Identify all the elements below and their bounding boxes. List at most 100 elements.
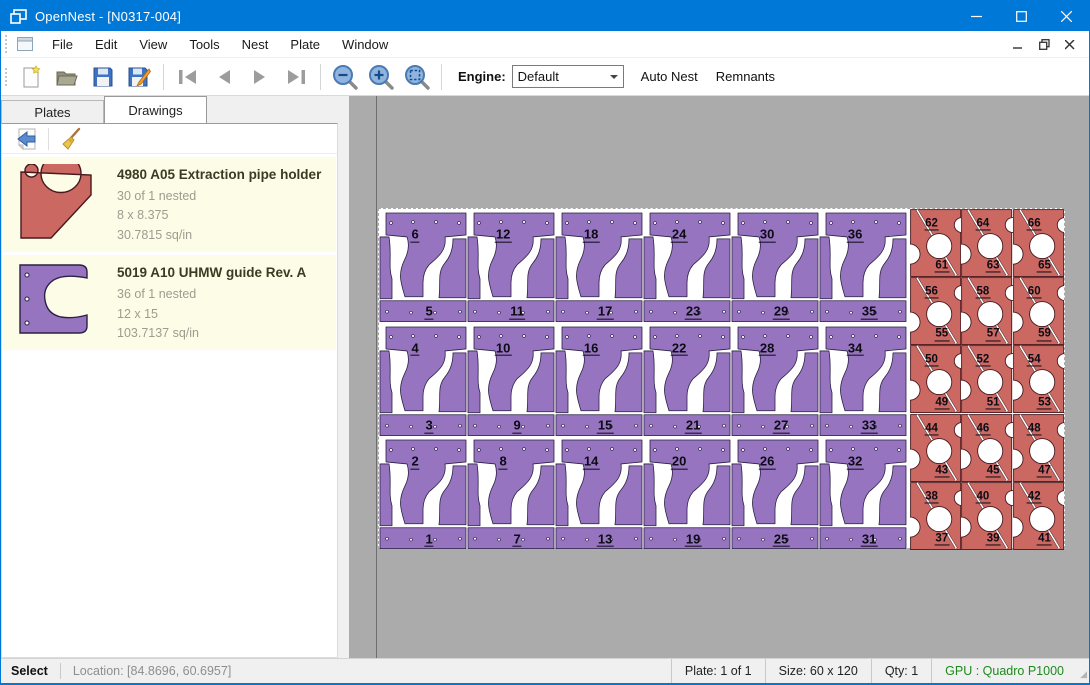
window-title: OpenNest - [N0317-004] [35, 9, 181, 24]
menu-item-file[interactable]: File [41, 33, 84, 56]
nested-part-pair[interactable]: 6261 [910, 209, 961, 277]
panel-splitter[interactable] [338, 96, 349, 658]
part-number: 42 [1027, 490, 1042, 503]
nested-part-pair[interactable]: 6463 [961, 209, 1012, 277]
nested-part-pair[interactable]: 6059 [1013, 277, 1064, 345]
nested-part-pair[interactable]: 3231 [819, 436, 907, 550]
nested-part-pair[interactable]: 5857 [961, 277, 1012, 345]
mdi-restore-button[interactable] [1031, 34, 1057, 56]
chevron-down-icon[interactable] [606, 66, 623, 87]
part-number: 10 [495, 341, 511, 356]
nested-part-pair[interactable]: 87 [467, 436, 555, 550]
nested-part-pair[interactable]: 4847 [1013, 414, 1064, 482]
part-number: 33 [861, 419, 877, 434]
menu-item-view[interactable]: View [128, 33, 178, 56]
engine-select[interactable]: Default [512, 65, 624, 88]
nested-part-pair[interactable]: 5655 [910, 277, 961, 345]
mdi-minimize-button[interactable] [1005, 34, 1031, 56]
menu-item-tools[interactable]: Tools [178, 33, 230, 56]
drawing-list-item[interactable]: 4980 A05 Extraction pipe holder 30 of 1 … [3, 157, 336, 252]
nested-part-pair[interactable]: 3635 [819, 209, 907, 323]
part-number: 28 [759, 341, 775, 356]
tab-plates[interactable]: Plates [1, 100, 104, 123]
nested-part-pair[interactable]: 5251 [961, 345, 1012, 413]
close-button[interactable] [1044, 1, 1089, 31]
part-number: 39 [986, 533, 1001, 546]
open-button[interactable] [49, 61, 85, 93]
nested-part-pair[interactable]: 43 [379, 323, 467, 437]
nested-part-pair[interactable]: 3433 [819, 323, 907, 437]
nest-canvas[interactable]: 6512111817242330293635431091615222128273… [349, 96, 1089, 658]
tab-drawings[interactable]: Drawings [104, 96, 207, 123]
nested-part-pair[interactable]: 28 27 [731, 323, 819, 437]
nested-part-pair[interactable]: 5049 [910, 345, 961, 413]
return-part-button[interactable] [12, 126, 42, 152]
part-number: 15 [597, 419, 613, 434]
toolbar-grip[interactable] [5, 68, 10, 86]
previous-plate-button[interactable] [206, 61, 242, 93]
nested-part-pair[interactable]: 14 13 [555, 436, 643, 550]
document-icon[interactable] [17, 37, 33, 51]
part-number: 27 [773, 419, 789, 434]
part-number: 8 [498, 455, 507, 470]
nested-part-pair[interactable]: 2423 [643, 209, 731, 323]
part-number: 32 [847, 455, 863, 470]
part-number: 13 [597, 532, 613, 547]
zoom-out-button[interactable] [327, 61, 363, 93]
maximize-button[interactable] [999, 1, 1044, 31]
menu-item-nest[interactable]: Nest [231, 33, 280, 56]
next-plate-button[interactable] [242, 61, 278, 93]
nested-part-pair[interactable]: 21 [379, 436, 467, 550]
part-number: 14 [583, 455, 599, 470]
zoom-out-icon [332, 64, 358, 90]
nested-part-pair[interactable]: 6665 [1013, 209, 1064, 277]
plate-surface[interactable]: 6512111817242330293635431091615222128273… [378, 208, 1065, 549]
nested-part-pair[interactable]: 4241 [1013, 482, 1064, 550]
part-number: 16 [583, 341, 599, 356]
save-button[interactable] [85, 61, 121, 93]
nested-part-pair[interactable]: 4039 [961, 482, 1012, 550]
zoom-fit-button[interactable] [399, 61, 435, 93]
part-number: 53 [1037, 396, 1052, 409]
nested-part-pair[interactable]: 3837 [910, 482, 961, 550]
minimize-button[interactable] [954, 1, 999, 31]
tab-strip: Plates Drawings [1, 96, 338, 123]
resize-grip[interactable]: ◢ [1077, 659, 1089, 683]
go-previous-icon [211, 65, 237, 89]
nested-part-pair[interactable]: 3029 [731, 209, 819, 323]
nested-part-pair[interactable]: 4443 [910, 414, 961, 482]
first-plate-button[interactable] [170, 61, 206, 93]
plate-count: Plate: 1 of 1 [671, 659, 765, 683]
menubar-grip[interactable] [5, 35, 10, 53]
part-number: 29 [773, 305, 789, 320]
nested-part-pair[interactable]: 2625 [731, 436, 819, 550]
drawing-title: 4980 A05 Extraction pipe holder [117, 167, 330, 182]
auto-nest-button[interactable]: Auto Nest [632, 63, 707, 90]
nested-part-pair[interactable]: 2221 [643, 323, 731, 437]
opennest-window: OpenNest - [N0317-004] File Edit View To… [0, 0, 1090, 685]
broom-icon [58, 127, 82, 151]
remnants-button[interactable]: Remnants [707, 63, 784, 90]
last-plate-button[interactable] [278, 61, 314, 93]
part-number: 25 [773, 532, 789, 547]
nested-part-pair[interactable]: 1615 [555, 323, 643, 437]
part-thumbnail-red [17, 164, 97, 240]
mdi-close-button[interactable] [1057, 34, 1083, 56]
menu-item-plate[interactable]: Plate [279, 33, 331, 56]
nested-part-pair[interactable]: 5453 [1013, 345, 1064, 413]
new-button[interactable] [13, 61, 49, 93]
nested-part-pair[interactable]: 4645 [961, 414, 1012, 482]
save-as-button[interactable] [121, 61, 157, 93]
nested-part-pair[interactable]: 1211 [467, 209, 555, 323]
menu-item-window[interactable]: Window [331, 33, 399, 56]
part-number: 58 [975, 286, 990, 299]
nested-part-pair[interactable]: 1817 [555, 209, 643, 323]
drawing-list-item[interactable]: 5019 A10 UHMW guide Rev. A 36 of 1 neste… [3, 255, 336, 350]
canvas-edge-line [376, 96, 377, 658]
nested-part-pair[interactable]: 65 [379, 209, 467, 323]
nested-part-pair[interactable]: 109 [467, 323, 555, 437]
clean-button[interactable] [55, 126, 85, 152]
zoom-in-button[interactable] [363, 61, 399, 93]
nested-part-pair[interactable]: 2019 [643, 436, 731, 550]
menu-item-edit[interactable]: Edit [84, 33, 128, 56]
